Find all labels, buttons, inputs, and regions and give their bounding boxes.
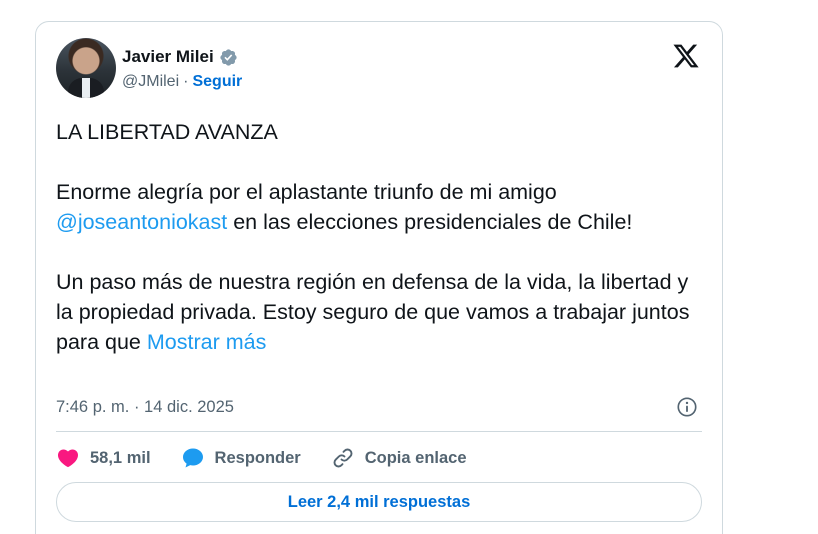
mention-link[interactable]: @joseantoniokast xyxy=(56,210,227,234)
reply-button[interactable]: Responder xyxy=(181,446,301,470)
heart-icon xyxy=(56,446,80,470)
verified-badge-icon xyxy=(219,48,238,67)
read-replies-button[interactable]: Leer 2,4 mil respuestas xyxy=(56,482,702,522)
author-name[interactable]: Javier Milei xyxy=(122,47,214,67)
show-more-link[interactable]: Mostrar más xyxy=(147,330,266,354)
tweet-header: Javier Milei @JMilei · Seguir xyxy=(56,38,702,98)
tweet-headline: LA LIBERTAD AVANZA xyxy=(56,120,278,144)
handle-separator: · xyxy=(183,73,189,90)
tweet-text: LA LIBERTAD AVANZA Enorme alegría por el… xyxy=(56,117,696,357)
author-handle-row: @JMilei · Seguir xyxy=(122,73,242,91)
reply-bubble-icon xyxy=(181,446,205,470)
timestamp-row: 7:46 p. m. · 14 dic. 2025 xyxy=(56,395,702,419)
action-bar: 58,1 mil Responder Copia enlace xyxy=(56,443,702,473)
like-count: 58,1 mil xyxy=(90,448,151,467)
tweet-paragraph-text: Enorme alegría por el aplastante triunfo… xyxy=(56,180,563,204)
x-logo-icon[interactable] xyxy=(672,42,700,70)
copy-link-label: Copia enlace xyxy=(364,448,467,467)
follow-button[interactable]: Seguir xyxy=(192,73,242,91)
avatar-shirt xyxy=(82,78,90,98)
link-icon xyxy=(331,446,355,470)
avatar[interactable] xyxy=(56,38,116,98)
copy-link-button[interactable]: Copia enlace xyxy=(331,446,467,470)
reply-label: Responder xyxy=(214,448,301,467)
author-handle[interactable]: @JMilei xyxy=(122,73,179,91)
info-icon[interactable] xyxy=(676,396,698,418)
author-name-row: Javier Milei xyxy=(122,47,238,67)
divider xyxy=(56,431,702,432)
tweet-timestamp[interactable]: 7:46 p. m. · 14 dic. 2025 xyxy=(56,398,234,416)
tweet-paragraph-text: en las elecciones presidenciales de Chil… xyxy=(227,210,633,234)
like-button[interactable]: 58,1 mil xyxy=(56,446,151,470)
tweet-card: Javier Milei @JMilei · Seguir LA LIBERTA… xyxy=(35,21,723,534)
